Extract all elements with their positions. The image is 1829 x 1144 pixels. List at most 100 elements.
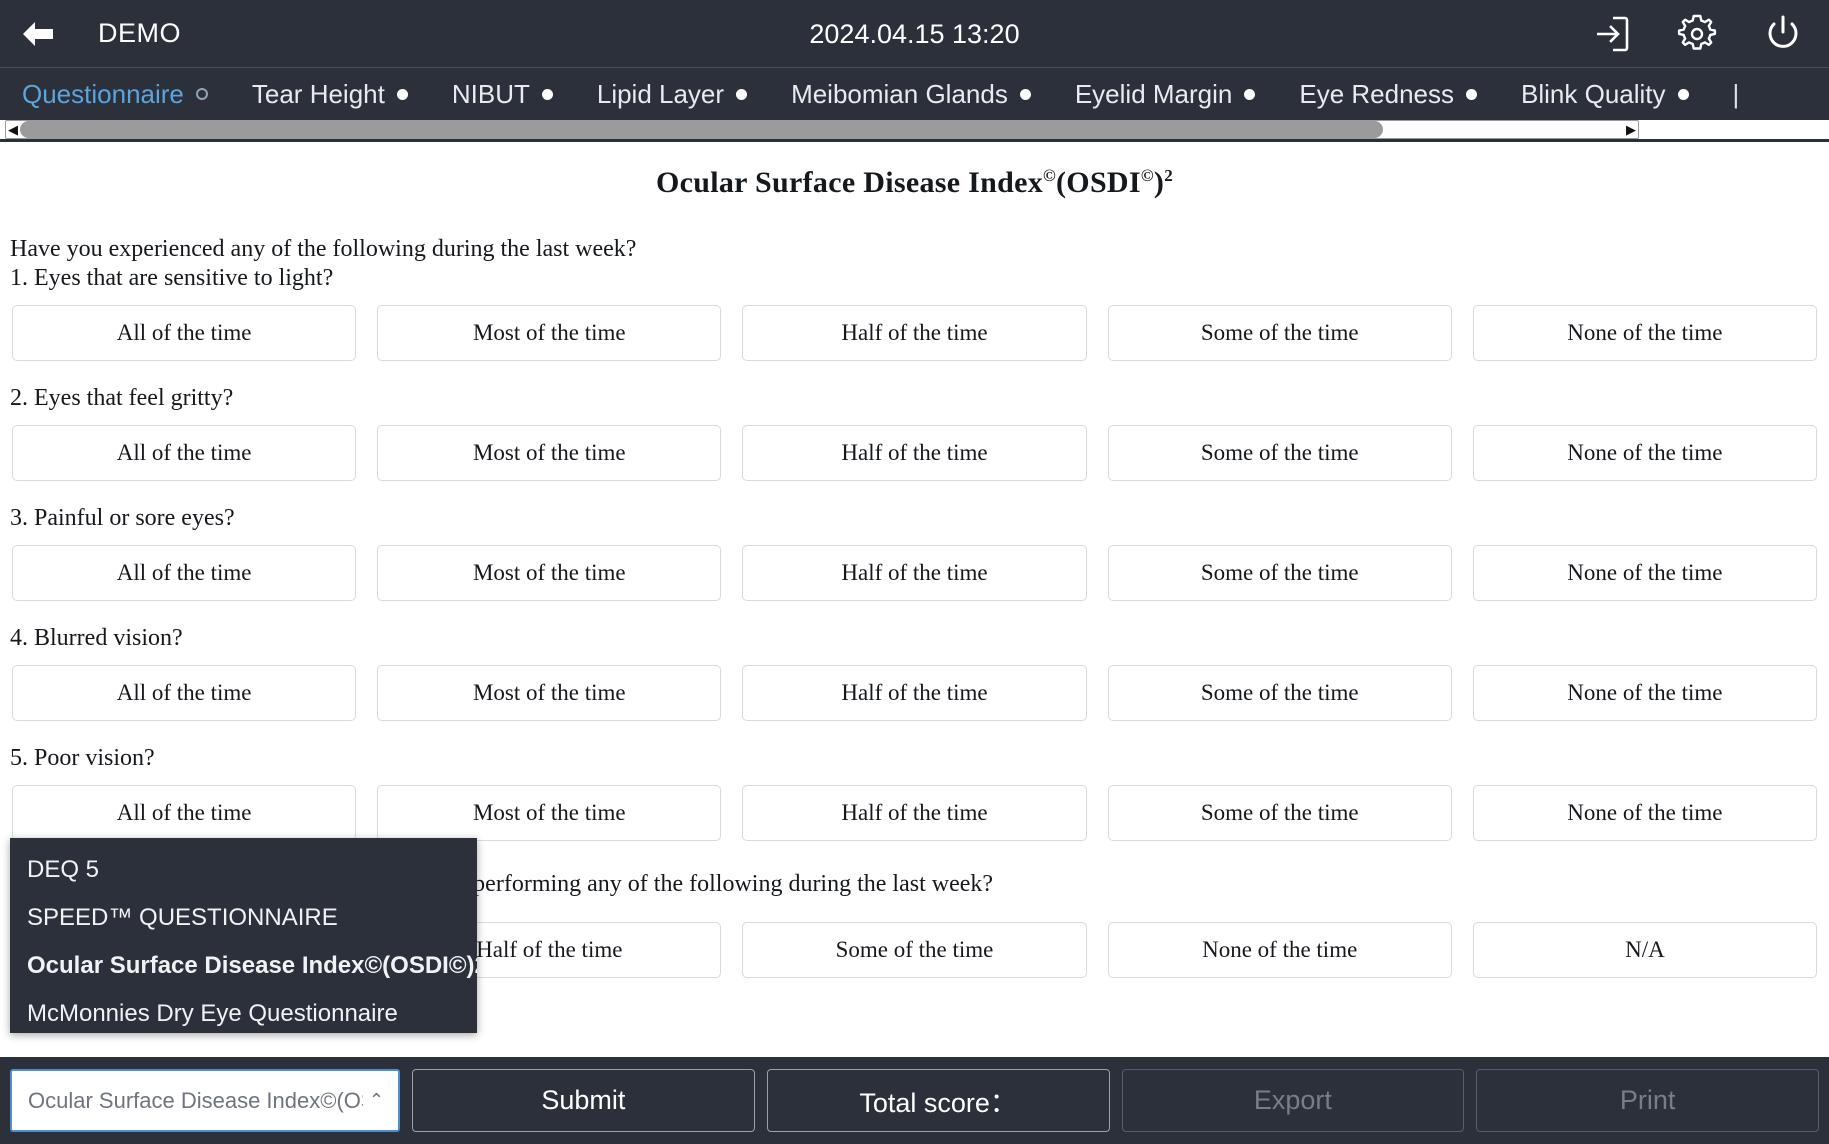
header-icon-group [1589,0,1805,68]
question-option-row: All of the time Most of the time Half of t… [0,665,1829,721]
question-option-row: All of the time Most of the time Half of t… [0,305,1829,361]
back-button[interactable] [0,0,76,68]
option-button[interactable]: All of the time [12,785,357,841]
option-button[interactable]: All of the time [12,545,357,601]
datetime-label: 2024.04.15 13:20 [809,18,1020,49]
dropdown-option[interactable]: SPEED™ QUESTIONNAIRE [10,894,477,942]
tab-label: Eye Redness [1299,78,1455,109]
tab-status-filled-icon [736,88,748,100]
question-label: 2. Eyes that feel gritty? [10,385,234,411]
question-block: 5. Poor vision? All of the time Most of th… [0,743,1829,841]
questionnaire-select-dropdown[interactable]: DEQ 5 SPEED™ QUESTIONNAIRE Ocular Surface … [10,838,477,1033]
tab-status-filled-icon [1677,88,1689,100]
question-block: 2. Eyes that feel gritty? All of the time… [0,383,1829,481]
question-option-row: All of the time Most of the time Half of t… [0,785,1829,841]
scroll-left-arrow-icon[interactable]: ◀ [6,121,20,138]
question-label: 4. Blurred vision? [10,625,183,651]
option-button[interactable]: N/A [1472,922,1818,978]
option-button[interactable]: Some of the time [742,922,1087,978]
tab-blink-quality[interactable]: Blink Quality [1521,79,1709,110]
question-option-row: All of the time Most of the time Half of t… [0,545,1829,601]
tab-questionnaire[interactable]: Questionnaire [22,79,228,110]
option-button[interactable]: Half of the time [742,425,1087,481]
question-label: 1. Eyes that are sensitive to light? [10,265,334,291]
question-block: 4. Blurred vision? All of the time Most of… [0,623,1829,721]
option-button[interactable]: Most of the time [377,545,722,601]
scroll-right-arrow-icon[interactable]: ▶ [1624,121,1638,138]
export-button[interactable]: Export [1121,1069,1465,1132]
tab-label: NIBUT [451,78,530,109]
patient-name-label: DEMO [98,18,181,48]
title-copyright-1: © [1043,166,1057,185]
question-option-row: All of the time Most of the time Half of t… [0,425,1829,481]
option-button[interactable]: Half of the time [742,305,1087,361]
option-button[interactable]: None of the time [1472,665,1818,721]
application-window: DEMO 2024.04.15 13:20 Questionnaire Tear… [0,0,1829,1144]
option-button[interactable]: All of the time [12,305,357,361]
questionnaire-select-value: Ocular Surface Disease Index©(OS [28,1087,363,1113]
title-superscript-2: 2 [1164,166,1173,185]
title-middle-text: (OSDI [1056,166,1141,199]
option-button[interactable]: Half of the time [742,545,1087,601]
option-button[interactable]: Some of the time [1107,305,1452,361]
option-button[interactable]: None of the time [1472,425,1818,481]
option-button[interactable]: Some of the time [1107,425,1452,481]
scrollbar-thumb[interactable] [20,121,1384,138]
question-block: 3. Painful or sore eyes? All of the time M… [0,503,1829,601]
option-button[interactable]: Most of the time [377,425,722,481]
tab-status-filled-icon [1244,88,1256,100]
option-button[interactable]: Some of the time [1107,785,1452,841]
dropdown-option[interactable]: DEQ 5 [10,846,477,894]
question-label: 5. Poor vision? [10,745,155,771]
section-intro-text: Have you experienced any of the followin… [10,236,637,262]
tab-status-filled-icon [396,88,408,100]
title-end-text: ) [1153,166,1165,199]
option-button[interactable]: None of the time [1107,922,1452,978]
question-list: 1. Eyes that are sensitive to light? All … [0,263,1829,841]
option-button[interactable]: Some of the time [1107,545,1452,601]
option-button[interactable]: All of the time [12,665,357,721]
option-button[interactable]: Half of the time [742,665,1087,721]
tab-status-filled-icon [1466,88,1478,100]
power-icon[interactable] [1761,12,1805,56]
tab-meibomian-glands[interactable]: Meibomian Glands [791,79,1051,110]
tab-lipid-layer[interactable]: Lipid Layer [597,79,767,110]
option-button[interactable]: Most of the time [377,785,722,841]
module-tab-bar: Questionnaire Tear Height NIBUT Lipid Layer… [0,68,1829,120]
tab-nibut[interactable]: NIBUT [452,79,573,110]
back-arrow-icon [19,19,57,49]
tab-status-hollow-icon [195,88,208,100]
print-button[interactable]: Print [1476,1069,1819,1132]
total-score-display: Total score： [766,1069,1110,1132]
option-button[interactable]: None of the time [1472,545,1818,601]
submit-button[interactable]: Submit [412,1069,755,1132]
option-button[interactable]: Most of the time [377,665,722,721]
option-button[interactable]: None of the time [1472,785,1818,841]
tab-label: Meibomian Glands [791,78,1008,109]
tab-status-filled-icon [541,88,553,100]
scrollbar-track[interactable] [20,121,1624,138]
questionnaire-select[interactable]: Ocular Surface Disease Index©(OS ⌃ [10,1069,400,1132]
option-button[interactable]: Some of the time [1107,665,1452,721]
tab-eye-redness[interactable]: Eye Redness [1299,79,1497,110]
option-button[interactable]: All of the time [12,425,357,481]
chevron-up-icon: ⌃ [368,1090,384,1110]
tab-tear-height[interactable]: Tear Height [252,79,428,110]
tab-label: Lipid Layer [596,78,725,109]
dropdown-option[interactable]: Ocular Surface Disease Index©(OSDI©)2 [10,942,477,990]
gear-icon[interactable] [1675,12,1719,56]
option-button[interactable]: Most of the time [377,305,722,361]
tab-overflow-indicator: | [1732,78,1740,109]
tab-list: Questionnaire Tear Height NIBUT Lipid Layer… [0,68,1829,120]
dropdown-option[interactable]: McMonnies Dry Eye Questionnaire [10,990,477,1038]
option-button[interactable]: None of the time [1472,305,1818,361]
option-button[interactable]: Half of the time [742,785,1087,841]
title-main-text: Ocular Surface Disease Index [656,166,1043,199]
tab-label: Questionnaire [22,78,184,109]
tabbar-horizontal-scrollbar[interactable]: ◀ ▶ [5,120,1639,139]
tab-eyelid-margin[interactable]: Eyelid Margin [1075,79,1276,110]
login-icon[interactable] [1589,12,1633,56]
question-label: 3. Painful or sore eyes? [10,505,235,531]
tab-label: Blink Quality [1521,78,1666,109]
bottom-action-bar: Ocular Surface Disease Index©(OS ⌃ Submi… [0,1057,1829,1144]
